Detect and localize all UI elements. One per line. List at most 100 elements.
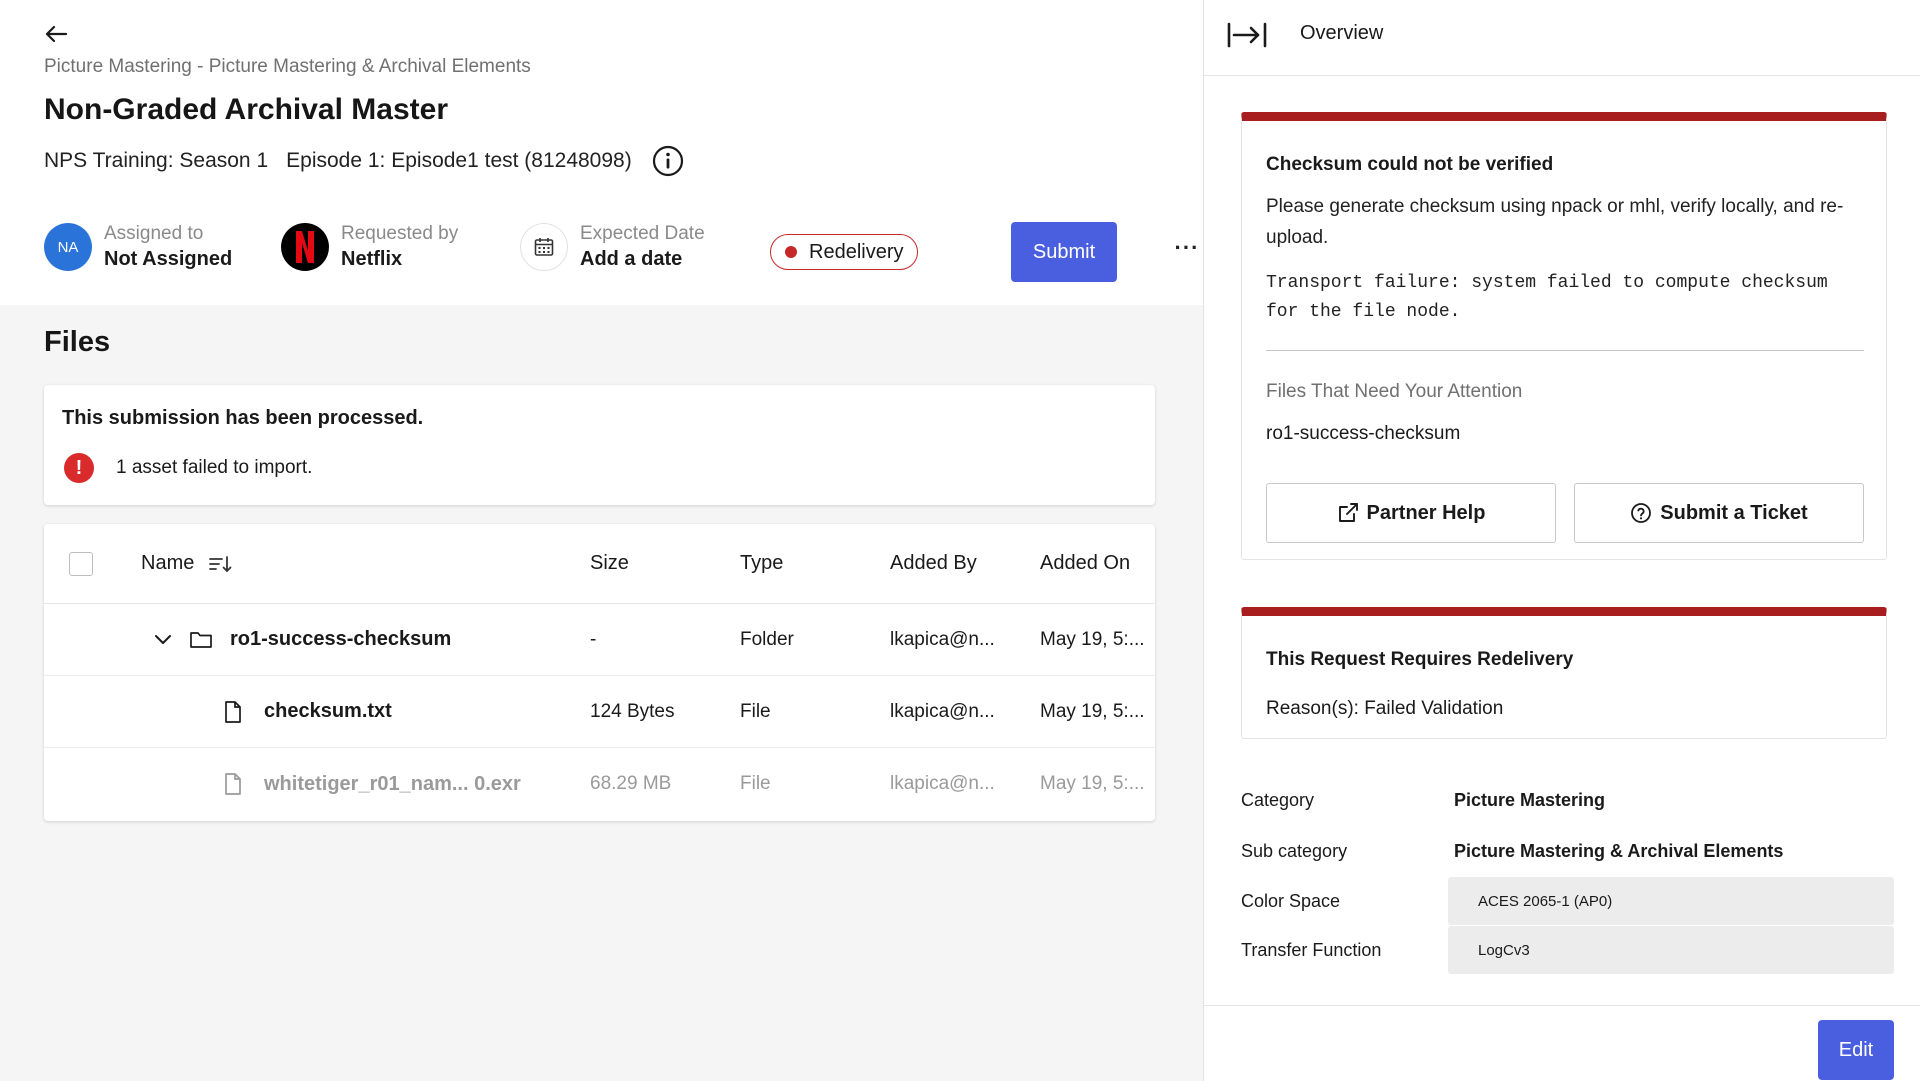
date-label: Expected Date — [580, 223, 705, 244]
status-badge: Redelivery — [770, 234, 919, 270]
subcategory-row: Sub category Picture Mastering & Archiva… — [1241, 827, 1891, 875]
sort-icon[interactable] — [208, 554, 232, 574]
submit-button[interactable]: Submit — [1011, 222, 1117, 282]
colorspace-label: Color Space — [1241, 890, 1341, 911]
transfer-function-field[interactable]: LogCv3 — [1448, 926, 1894, 974]
external-link-icon — [1338, 503, 1358, 522]
colorspace-field[interactable]: ACES 2065-1 (AP0) — [1448, 877, 1894, 925]
column-name[interactable]: Name — [141, 524, 232, 603]
transfer-function-label: Transfer Function — [1241, 939, 1382, 960]
column-added-on[interactable]: Added On — [1040, 524, 1130, 603]
status-dot — [785, 246, 797, 258]
status-badge-label: Redelivery — [809, 240, 904, 263]
breadcrumb: Picture Mastering - Picture Mastering & … — [44, 56, 531, 77]
main-content: Picture Mastering - Picture Mastering & … — [0, 0, 1203, 1081]
file-added-on: May 19, 5:... — [1040, 773, 1145, 794]
submit-ticket-label: Submit a Ticket — [1660, 501, 1808, 524]
collapse-panel-button[interactable] — [1226, 20, 1268, 50]
table-header: Name Size Type Added By Added On — [44, 524, 1155, 604]
expected-date[interactable]: Expected Date Add a date — [520, 222, 705, 272]
attention-label: Files That Need Your Attention — [1266, 381, 1523, 402]
requested-label: Requested by — [341, 223, 459, 244]
file-name[interactable]: whitetiger_r01_nam... 0.exr — [264, 748, 521, 820]
file-name[interactable]: checksum.txt — [264, 676, 392, 747]
submit-ticket-button[interactable]: Submit a Ticket — [1574, 483, 1864, 543]
file-icon — [224, 748, 242, 820]
category-value: Picture Mastering — [1454, 789, 1606, 810]
column-type[interactable]: Type — [740, 524, 783, 603]
import-error: ! 1 asset failed to import. — [64, 453, 312, 483]
file-added-on: May 19, 5:... — [1040, 700, 1145, 722]
partner-help-label: Partner Help — [1366, 501, 1486, 524]
processed-notice: This submission has been processed. ! 1 … — [44, 385, 1155, 505]
calendar-icon — [534, 238, 554, 256]
column-added-by[interactable]: Added By — [890, 524, 977, 603]
alert-detail: Transport failure: system failed to comp… — [1266, 273, 1828, 322]
assigned-value: Not Assigned — [104, 248, 233, 270]
redelivery-alert: This Request Requires Redelivery Reason(… — [1241, 607, 1887, 739]
file-type: File — [740, 700, 771, 722]
avatar: NA — [44, 223, 92, 271]
episode-label: Episode 1: Episode1 test (81248098) — [286, 149, 632, 172]
table-row[interactable]: ro1-success-checksum - Folder lkapica@n.… — [44, 604, 1155, 676]
error-icon: ! — [64, 453, 94, 483]
date-value[interactable]: Add a date — [580, 246, 705, 272]
transfer-function-row: Transfer Function LogCv3 — [1241, 926, 1894, 974]
file-added-on: May 19, 5:... — [1040, 628, 1145, 650]
subcategory-label: Sub category — [1241, 840, 1348, 861]
checksum-alert: Checksum could not be verified Please ge… — [1241, 112, 1887, 560]
request-header: Picture Mastering - Picture Mastering & … — [0, 0, 1203, 305]
folder-icon — [189, 604, 213, 675]
back-arrow-icon — [45, 25, 67, 43]
panel-footer: Edit — [1204, 1005, 1920, 1081]
chevron-down-icon[interactable] — [154, 604, 172, 675]
alert-title: Checksum could not be verified — [1266, 154, 1554, 175]
back-button[interactable] — [40, 18, 72, 50]
file-type: Folder — [740, 628, 794, 650]
help-circle-icon — [1631, 503, 1652, 523]
season-label: NPS Training: Season 1 — [44, 149, 269, 172]
files-heading: Files — [44, 326, 111, 358]
file-name[interactable]: ro1-success-checksum — [230, 604, 451, 675]
partner-help-button[interactable]: Partner Help — [1266, 483, 1556, 543]
divider — [1266, 350, 1864, 351]
files-table: Name Size Type Added By Added On ro1-suc… — [44, 524, 1155, 821]
assigned-label: Assigned to — [104, 223, 204, 244]
info-icon[interactable] — [652, 145, 684, 177]
alert-body: Please generate checksum using npack or … — [1266, 196, 1844, 248]
file-icon — [224, 676, 242, 747]
file-type: File — [740, 773, 771, 794]
netflix-logo — [281, 223, 329, 271]
edit-button[interactable]: Edit — [1818, 1020, 1894, 1080]
column-name-label: Name — [141, 552, 195, 574]
requested-value: Netflix — [341, 248, 403, 270]
select-all-checkbox[interactable] — [69, 551, 93, 576]
calendar-button[interactable] — [520, 223, 568, 271]
table-row[interactable]: checksum.txt 124 Bytes File lkapica@n...… — [44, 676, 1155, 748]
file-size: - — [590, 628, 597, 650]
file-added-by: lkapica@n... — [890, 773, 995, 794]
attention-file: ro1-success-checksum — [1266, 423, 1461, 444]
requested-by: Requested by Netflix — [281, 222, 458, 272]
table-row[interactable]: whitetiger_r01_nam... 0.exr 68.29 MB Fil… — [44, 748, 1155, 820]
category-row: Category Picture Mastering — [1241, 776, 1891, 824]
collapse-panel-icon — [1227, 22, 1267, 48]
panel-header: Overview — [1204, 0, 1920, 76]
error-message: 1 asset failed to import. — [116, 457, 313, 478]
alert-title: This Request Requires Redelivery — [1266, 649, 1574, 670]
more-options-button[interactable]: ··· — [1170, 235, 1204, 260]
file-added-by: lkapica@n... — [890, 700, 995, 722]
assigned-to[interactable]: NA Assigned to Not Assigned — [44, 222, 232, 272]
select-all-cell — [69, 524, 93, 603]
title-subline: NPS Training: Season 1 Episode 1: Episod… — [44, 145, 684, 177]
colorspace-row: Color Space ACES 2065-1 (AP0) — [1241, 877, 1894, 925]
page-title: Non-Graded Archival Master — [44, 93, 448, 126]
request-meta-row: NA Assigned to Not Assigned Requested by… — [44, 222, 1198, 282]
column-size[interactable]: Size — [590, 524, 629, 603]
redelivery-reason: Reason(s): Failed Validation — [1266, 698, 1504, 719]
overview-panel: Overview Checksum could not be verified … — [1203, 0, 1920, 1081]
file-size: 68.29 MB — [590, 773, 672, 794]
file-added-by: lkapica@n... — [890, 628, 995, 650]
panel-title: Overview — [1300, 22, 1384, 44]
category-label: Category — [1241, 789, 1315, 810]
